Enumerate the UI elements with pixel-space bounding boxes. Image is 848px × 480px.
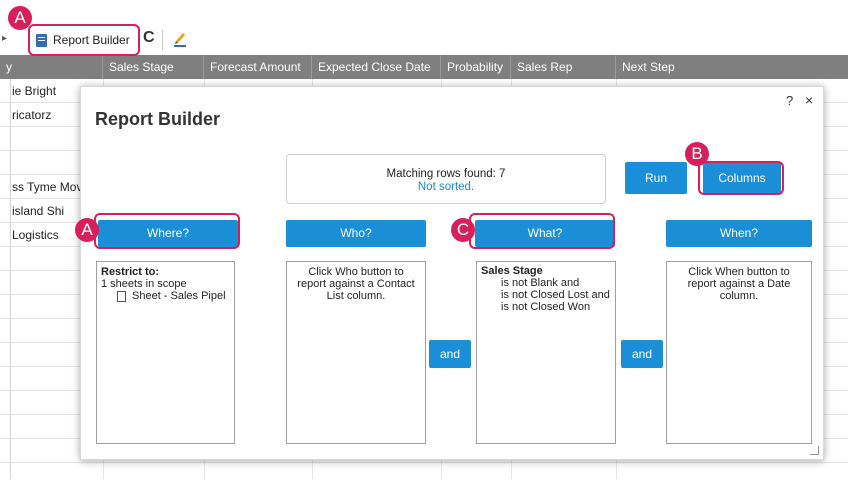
sheet-item[interactable]: Sheet - Sales Pipel bbox=[101, 290, 230, 302]
when-hint-text: Click When button to report against a Da… bbox=[687, 266, 791, 302]
report-builder-dialog: Report Builder ? × Matching rows found: … bbox=[80, 86, 824, 460]
and-button[interactable]: and bbox=[621, 340, 663, 368]
highlight-report-builder bbox=[28, 24, 140, 56]
help-icon[interactable]: ? bbox=[786, 93, 793, 108]
close-icon[interactable]: × bbox=[805, 92, 813, 108]
highlight-columns bbox=[698, 161, 784, 195]
table-cell[interactable]: ss Tyme Mov bbox=[12, 180, 84, 194]
highlight-what bbox=[469, 213, 615, 249]
table-cell[interactable]: ie Bright bbox=[12, 84, 84, 98]
callout-badge-a: A bbox=[75, 218, 99, 242]
column-header[interactable]: Sales Stage bbox=[103, 55, 204, 79]
column-header[interactable]: Probability bbox=[441, 55, 511, 79]
toolbar-divider bbox=[162, 30, 163, 50]
column-header[interactable]: Next Step bbox=[616, 55, 848, 79]
callout-badge-b: B bbox=[685, 142, 709, 166]
matching-rows-text: Matching rows found: 7 bbox=[386, 168, 506, 180]
column-header[interactable]: Sales Rep bbox=[511, 55, 616, 79]
who-panel[interactable]: Click Who button to report against a Con… bbox=[286, 261, 426, 444]
callout-badge-c: C bbox=[451, 218, 475, 242]
where-panel[interactable]: Restrict to: 1 sheets in scope Sheet - S… bbox=[96, 261, 235, 444]
sort-status-text: Not sorted. bbox=[417, 181, 475, 193]
run-button[interactable]: Run bbox=[625, 162, 687, 194]
caret-icon[interactable]: ▸ bbox=[2, 33, 7, 44]
refresh-icon[interactable]: C bbox=[143, 29, 155, 47]
restrict-heading: Restrict to: bbox=[101, 266, 160, 278]
column-header[interactable]: Expected Close Date bbox=[312, 55, 441, 79]
table-cell[interactable]: ricatorz bbox=[12, 108, 84, 122]
column-header[interactable]: y bbox=[0, 55, 103, 79]
who-button[interactable]: Who? bbox=[286, 220, 426, 247]
criteria-line: is not Closed Lost and bbox=[501, 289, 610, 301]
what-panel[interactable]: Sales Stage is not Blank and is not Clos… bbox=[476, 261, 616, 444]
sheet-name: Sheet - Sales Pipel bbox=[132, 290, 226, 302]
callout-badge-a: A bbox=[8, 6, 32, 30]
column-header[interactable]: Forecast Amount bbox=[204, 55, 312, 79]
status-box: Matching rows found: 7 Not sorted. bbox=[286, 154, 606, 204]
resize-handle[interactable] bbox=[810, 446, 819, 455]
who-hint-text: Click Who button to report against a Con… bbox=[297, 266, 415, 302]
scope-text: 1 sheets in scope bbox=[101, 278, 187, 290]
and-button[interactable]: and bbox=[429, 340, 471, 368]
criteria-line: is not Blank and bbox=[501, 277, 580, 289]
when-button[interactable]: When? bbox=[666, 220, 812, 247]
highlight-where bbox=[94, 213, 240, 249]
sheet-icon bbox=[117, 290, 126, 302]
criteria-heading: Sales Stage bbox=[481, 265, 543, 277]
highlighter-icon[interactable] bbox=[173, 30, 187, 48]
when-panel[interactable]: Click When button to report against a Da… bbox=[666, 261, 812, 444]
table-cell[interactable]: Logistics bbox=[12, 228, 84, 242]
dialog-title: Report Builder bbox=[95, 109, 221, 129]
table-cell[interactable]: island Shi bbox=[12, 204, 84, 218]
criteria-line: is not Closed Won bbox=[501, 301, 591, 313]
grid-header: y Sales Stage Forecast Amount Expected C… bbox=[0, 55, 848, 79]
